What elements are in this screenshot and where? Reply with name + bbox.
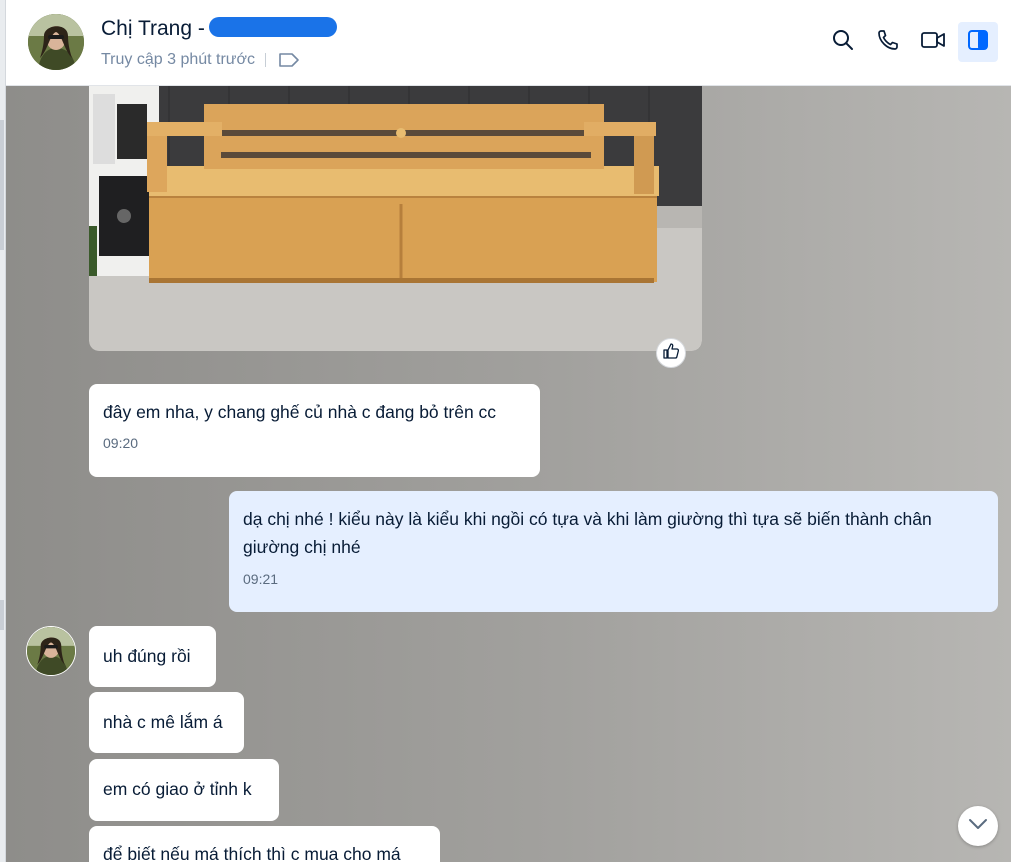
message-bubble-received[interactable]: nhà c mê lắm á [89,692,244,753]
message-text: nhà c mê lắm á [103,712,223,732]
sidebar-panel-icon [966,28,990,57]
redacted-phone-number [208,17,337,38]
scroll-to-bottom-button[interactable] [958,806,998,846]
thumbs-up-icon [662,342,680,365]
contact-avatar-small[interactable] [26,626,76,676]
search-button[interactable] [823,22,863,62]
message-text: em có giao ở tỉnh k [103,779,252,799]
call-button[interactable] [868,22,908,62]
contact-avatar[interactable] [28,14,84,70]
tag-icon[interactable] [278,52,300,68]
message-bubble-sent[interactable]: dạ chị nhé ! kiểu này là kiểu khi ngồi c… [229,491,998,612]
message-bubble-received[interactable]: uh đúng rồi [89,626,216,687]
like-reaction-button[interactable] [656,338,686,368]
phone-icon [876,28,900,57]
message-list[interactable]: đây em nha, y chang ghế củ nhà c đang bỏ… [6,86,1011,862]
video-call-button[interactable] [913,22,953,62]
toggle-conversation-info-button[interactable] [958,22,998,62]
message-bubble-received[interactable]: để biết nếu má thích thì c mua cho má [89,826,440,862]
message-text: đây em nha, y chang ghế củ nhà c đang bỏ… [103,402,497,422]
last-seen-status: Truy cập 3 phút trước [101,51,300,69]
video-icon [920,28,946,57]
search-icon [831,28,855,57]
message-text: uh đúng rồi [103,646,191,666]
message-bubble-received[interactable]: em có giao ở tỉnh k [89,759,279,821]
chevron-down-icon [968,817,988,835]
shared-photo-sofa-bed[interactable] [89,86,702,351]
message-bubble-received[interactable]: đây em nha, y chang ghế củ nhà c đang bỏ… [89,384,540,477]
message-time: 09:21 [243,571,279,587]
message-time: 09:20 [103,435,139,451]
message-text: dạ chị nhé ! kiểu này là kiểu khi ngồi c… [243,509,932,557]
status-text: Truy cập 3 phút trước [101,51,255,68]
chat-header: Chị Trang - Truy cập 3 phút trước [6,0,1011,86]
divider [265,53,266,67]
contact-name: Chị Trang - [101,17,337,41]
message-text: để biết nếu má thích thì c mua cho má [103,844,401,862]
